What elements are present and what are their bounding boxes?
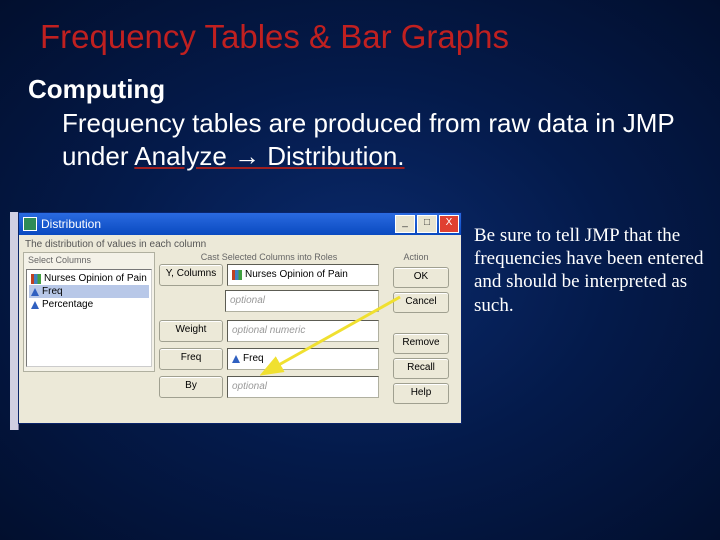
column-item-1[interactable]: Nurses Opinion of Pain	[29, 272, 149, 285]
minimize-button[interactable]: _	[395, 215, 415, 233]
cancel-button[interactable]: Cancel	[393, 292, 449, 313]
column-item-2[interactable]: Freq	[29, 285, 149, 298]
field-value: Nurses Opinion of Pain	[245, 266, 348, 284]
columns-list[interactable]: Nurses Opinion of Pain Freq Percentage	[26, 269, 152, 367]
side-note: Be sure to tell JMP that the frequencies…	[474, 224, 706, 317]
jmp-dialog-screenshot: Distribution _ □ X The distribution of v…	[10, 212, 462, 430]
ok-button[interactable]: OK	[393, 267, 449, 288]
dialog-title-text: Distribution	[41, 217, 101, 231]
freq-button[interactable]: Freq	[159, 348, 223, 370]
ycolumns-extra-field[interactable]: optional	[225, 290, 379, 312]
field-placeholder: optional	[232, 378, 267, 396]
field-placeholder: optional	[230, 292, 265, 310]
recall-button[interactable]: Recall	[393, 358, 449, 379]
freq-field[interactable]: Freq	[227, 348, 379, 370]
field-placeholder: optional numeric	[232, 322, 305, 340]
app-icon	[23, 217, 37, 231]
action-panel: Action OK Cancel Remove Recall Help	[383, 252, 449, 412]
help-button[interactable]: Help	[393, 383, 449, 404]
dialog-subtitle: The distribution of values in each colum…	[19, 235, 461, 252]
by-button[interactable]: By	[159, 376, 223, 398]
nominal-icon	[31, 274, 41, 284]
column-label: Freq	[42, 286, 63, 297]
by-field[interactable]: optional	[227, 376, 379, 398]
ycolumns-field[interactable]: Nurses Opinion of Pain	[227, 264, 379, 286]
close-button[interactable]: X	[439, 215, 459, 233]
continuous-icon	[232, 355, 240, 363]
select-columns-panel: Select Columns Nurses Opinion of Pain Fr…	[23, 252, 155, 372]
column-item-3[interactable]: Percentage	[29, 298, 149, 311]
cast-label: Cast Selected Columns into Roles	[159, 252, 379, 264]
continuous-icon	[31, 288, 39, 296]
slide-title: Frequency Tables & Bar Graphs	[40, 18, 690, 56]
column-label: Percentage	[42, 299, 93, 310]
weight-field[interactable]: optional numeric	[227, 320, 379, 342]
slide-subtitle: Computing	[28, 74, 690, 105]
slide-body: Frequency tables are produced from raw d…	[62, 107, 690, 172]
action-label: Action	[383, 252, 449, 262]
dialog-titlebar: Distribution _ □ X	[19, 213, 461, 235]
weight-button[interactable]: Weight	[159, 320, 223, 342]
column-label: Nurses Opinion of Pain	[44, 273, 147, 284]
menu-path: Analyze → Distribution.	[134, 141, 404, 171]
remove-button[interactable]: Remove	[393, 333, 449, 354]
nominal-icon	[232, 270, 242, 280]
field-value: Freq	[243, 350, 264, 368]
maximize-button[interactable]: □	[417, 215, 437, 233]
continuous-icon	[31, 301, 39, 309]
select-columns-label: Select Columns	[24, 253, 154, 267]
distribution-dialog: Distribution _ □ X The distribution of v…	[18, 212, 462, 424]
roles-panel: Cast Selected Columns into Roles Y, Colu…	[159, 252, 379, 412]
ycolumns-button[interactable]: Y, Columns	[159, 264, 223, 286]
